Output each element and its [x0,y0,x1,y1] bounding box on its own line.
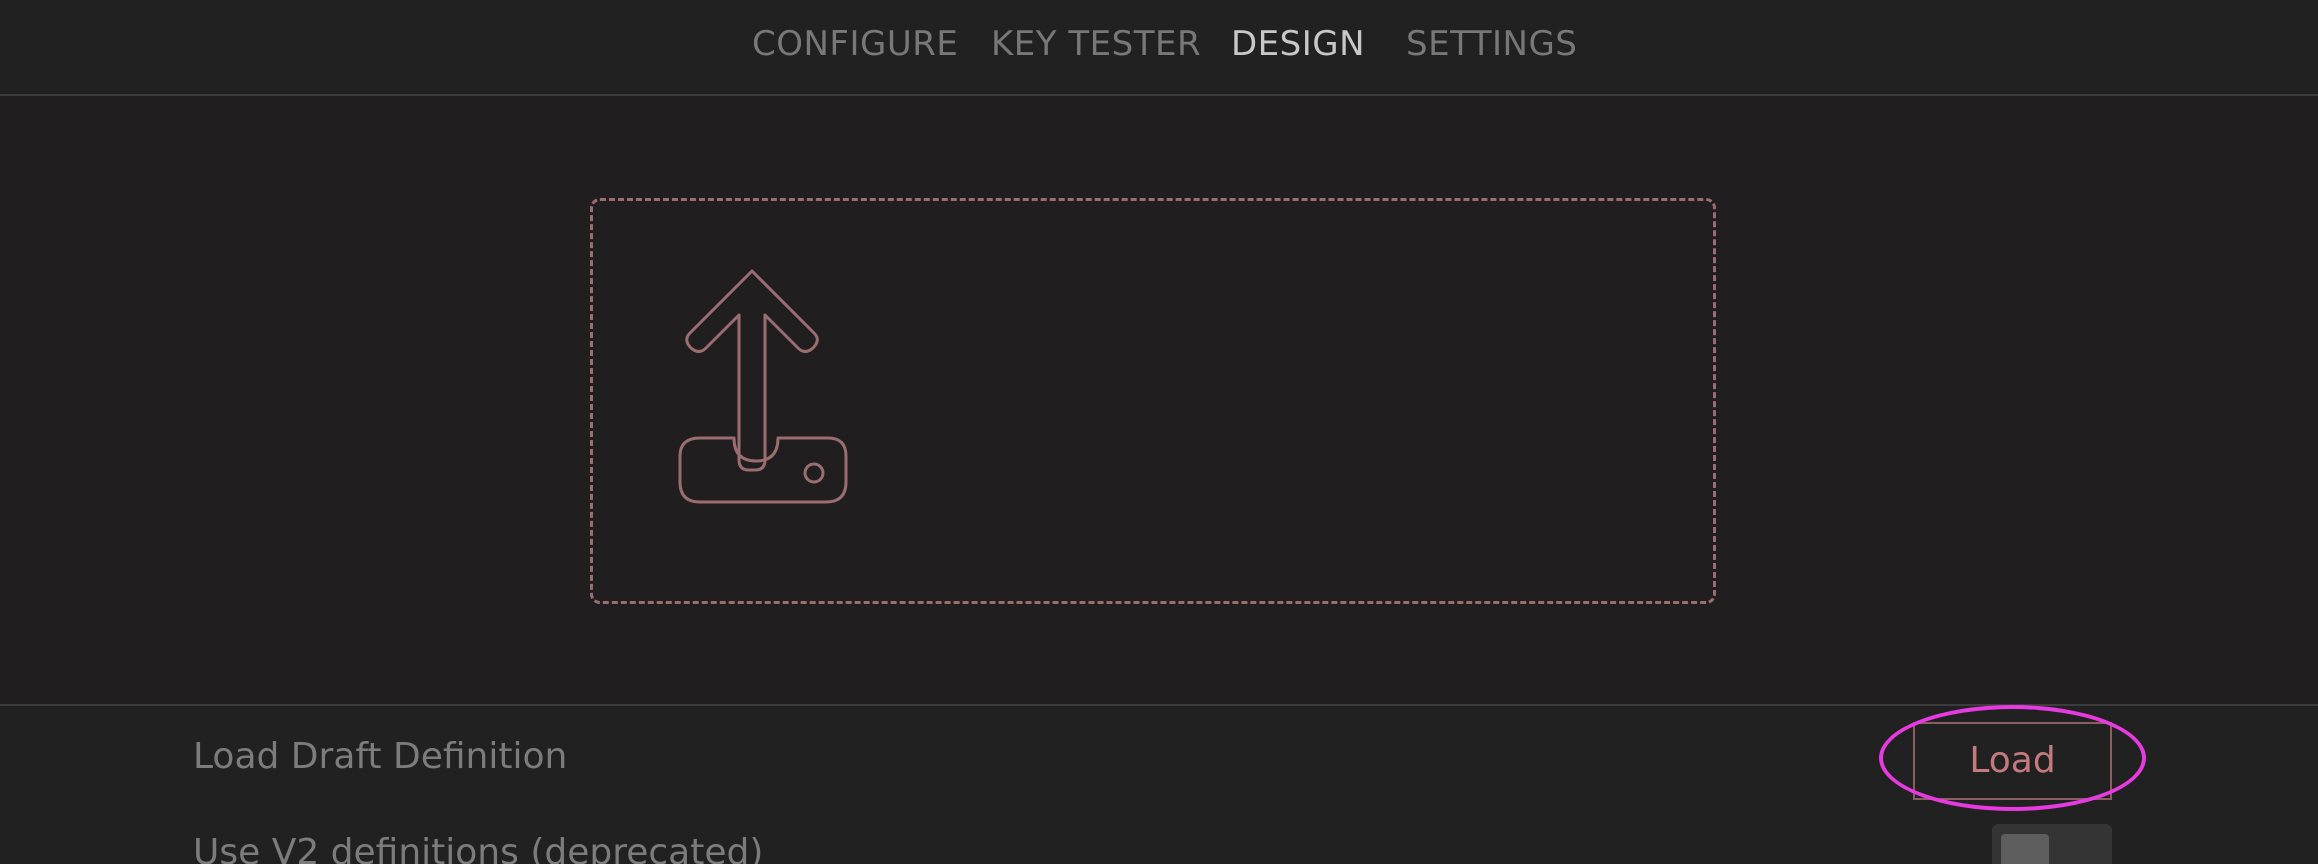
tab-key-tester[interactable]: KEY TESTER [991,0,1201,92]
settings-panel: Load Draft Definition Load Use V2 defini… [0,704,2318,864]
load-button[interactable]: Load [1913,722,2112,800]
top-nav: CONFIGURE KEY TESTER DESIGN SETTINGS [0,0,2318,96]
load-draft-definition-label: Load Draft Definition [193,736,568,777]
tab-settings[interactable]: SETTINGS [1406,0,1577,92]
toggle-knob [2001,834,2049,864]
v2-definitions-label: Use V2 definitions (deprecated) [193,832,764,864]
tab-design[interactable]: DESIGN [1231,0,1365,92]
tab-configure[interactable]: CONFIGURE [752,0,958,92]
definition-upload-dropzone[interactable] [590,198,1716,604]
v2-definitions-toggle[interactable] [1992,824,2112,864]
upload-tray-icon [678,269,848,504]
